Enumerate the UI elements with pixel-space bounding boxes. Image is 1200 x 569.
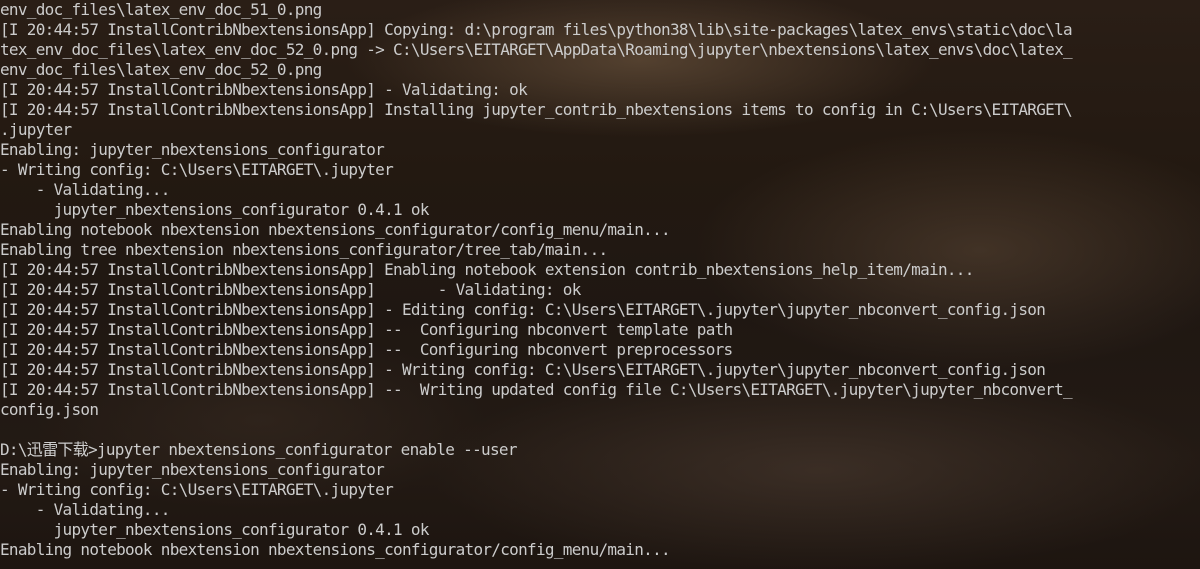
terminal-line: [I 20:44:57 InstallContribNbextensionsAp… (0, 260, 974, 279)
terminal-line: Enabling: jupyter_nbextensions_configura… (0, 460, 385, 479)
terminal-line: Enabling notebook nbextension nbextensio… (0, 540, 671, 559)
terminal-output: env_doc_files\latex_env_doc_51_0.png [I … (0, 0, 1200, 560)
terminal-line: env_doc_files\latex_env_doc_51_0.png (0, 0, 322, 19)
terminal-command-line: D:\迅雷下载>jupyter nbextensions_configurato… (0, 440, 517, 459)
terminal-line: [I 20:44:57 InstallContribNbextensionsAp… (0, 80, 528, 99)
terminal-line: jupyter_nbextensions_configurator 0.4.1 … (0, 520, 430, 539)
terminal-line: Enabling notebook nbextension nbextensio… (0, 220, 671, 239)
terminal-line: [I 20:44:57 InstallContribNbextensionsAp… (0, 300, 1046, 319)
terminal-line: - Validating... (0, 500, 171, 519)
terminal-line: - Writing config: C:\Users\EITARGET\.jup… (0, 160, 394, 179)
terminal-line: tex_env_doc_files\latex_env_doc_52_0.png… (0, 40, 1073, 59)
terminal-line: config.json (0, 400, 99, 419)
terminal-line: [I 20:44:57 InstallContribNbextensionsAp… (0, 280, 581, 299)
terminal-line: .jupyter (0, 120, 72, 139)
terminal-line: [I 20:44:57 InstallContribNbextensionsAp… (0, 340, 733, 359)
terminal-window[interactable]: env_doc_files\latex_env_doc_51_0.png [I … (0, 0, 1200, 569)
terminal-line: [I 20:44:57 InstallContribNbextensionsAp… (0, 100, 1073, 119)
terminal-line: env_doc_files\latex_env_doc_52_0.png (0, 60, 322, 79)
terminal-line: [I 20:44:57 InstallContribNbextensionsAp… (0, 380, 1073, 399)
terminal-line: Enabling tree nbextension nbextensions_c… (0, 240, 608, 259)
terminal-line: - Validating... (0, 180, 171, 199)
terminal-line: [I 20:44:57 InstallContribNbextensionsAp… (0, 320, 733, 339)
terminal-line: [I 20:44:57 InstallContribNbextensionsAp… (0, 360, 1046, 379)
terminal-line: - Writing config: C:\Users\EITARGET\.jup… (0, 480, 394, 499)
terminal-line: [I 20:44:57 InstallContribNbextensionsAp… (0, 20, 1073, 39)
terminal-line: jupyter_nbextensions_configurator 0.4.1 … (0, 200, 430, 219)
terminal-line: Enabling: jupyter_nbextensions_configura… (0, 140, 385, 159)
